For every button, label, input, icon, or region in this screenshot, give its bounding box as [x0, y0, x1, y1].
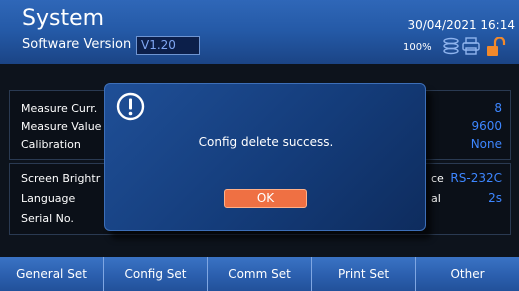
alert-icon: [116, 92, 145, 121]
page-title: System: [22, 6, 105, 31]
interface-value: RS-232C: [450, 171, 502, 185]
config-delete-dialog: Config delete success. OK: [104, 83, 426, 231]
software-version-label: Software Version: [22, 37, 132, 52]
interface-label-partial: ce: [431, 172, 444, 185]
device-screen: System Software Version V1.20 30/04/2021…: [0, 0, 519, 291]
interval-label-partial: al: [431, 192, 441, 205]
tab-comm-set[interactable]: Comm Set: [208, 257, 312, 291]
interval-value: 2s: [488, 191, 502, 205]
calibration-label: Calibration: [21, 138, 81, 151]
datetime: 30/04/2021 16:14: [407, 18, 515, 32]
measure-value-value: 9600: [471, 119, 502, 133]
tab-other[interactable]: Other: [416, 257, 519, 291]
unlock-icon: [487, 37, 506, 56]
screen-brightness-label: Screen Brightr: [21, 172, 101, 185]
header-bar: System Software Version V1.20 30/04/2021…: [0, 0, 519, 64]
printer-icon: [462, 37, 480, 55]
measure-current-value: 8: [494, 101, 502, 115]
tab-config-set[interactable]: Config Set: [104, 257, 208, 291]
battery-level: 100%: [403, 42, 432, 53]
serial-number-label: Serial No.: [21, 212, 74, 225]
ok-button[interactable]: OK: [224, 189, 307, 208]
tab-bar: General Set Config Set Comm Set Print Se…: [0, 257, 519, 291]
calibration-value: None: [470, 137, 502, 151]
measure-current-label: Measure Curr.: [21, 102, 98, 115]
dialog-message: Config delete success.: [198, 135, 334, 149]
tab-print-set[interactable]: Print Set: [312, 257, 416, 291]
tab-general-set[interactable]: General Set: [0, 257, 104, 291]
software-version-value: V1.20: [136, 36, 200, 55]
language-label: Language: [21, 192, 76, 205]
measure-value-label: Measure Value: [21, 120, 102, 133]
disk-icon: [443, 37, 459, 55]
